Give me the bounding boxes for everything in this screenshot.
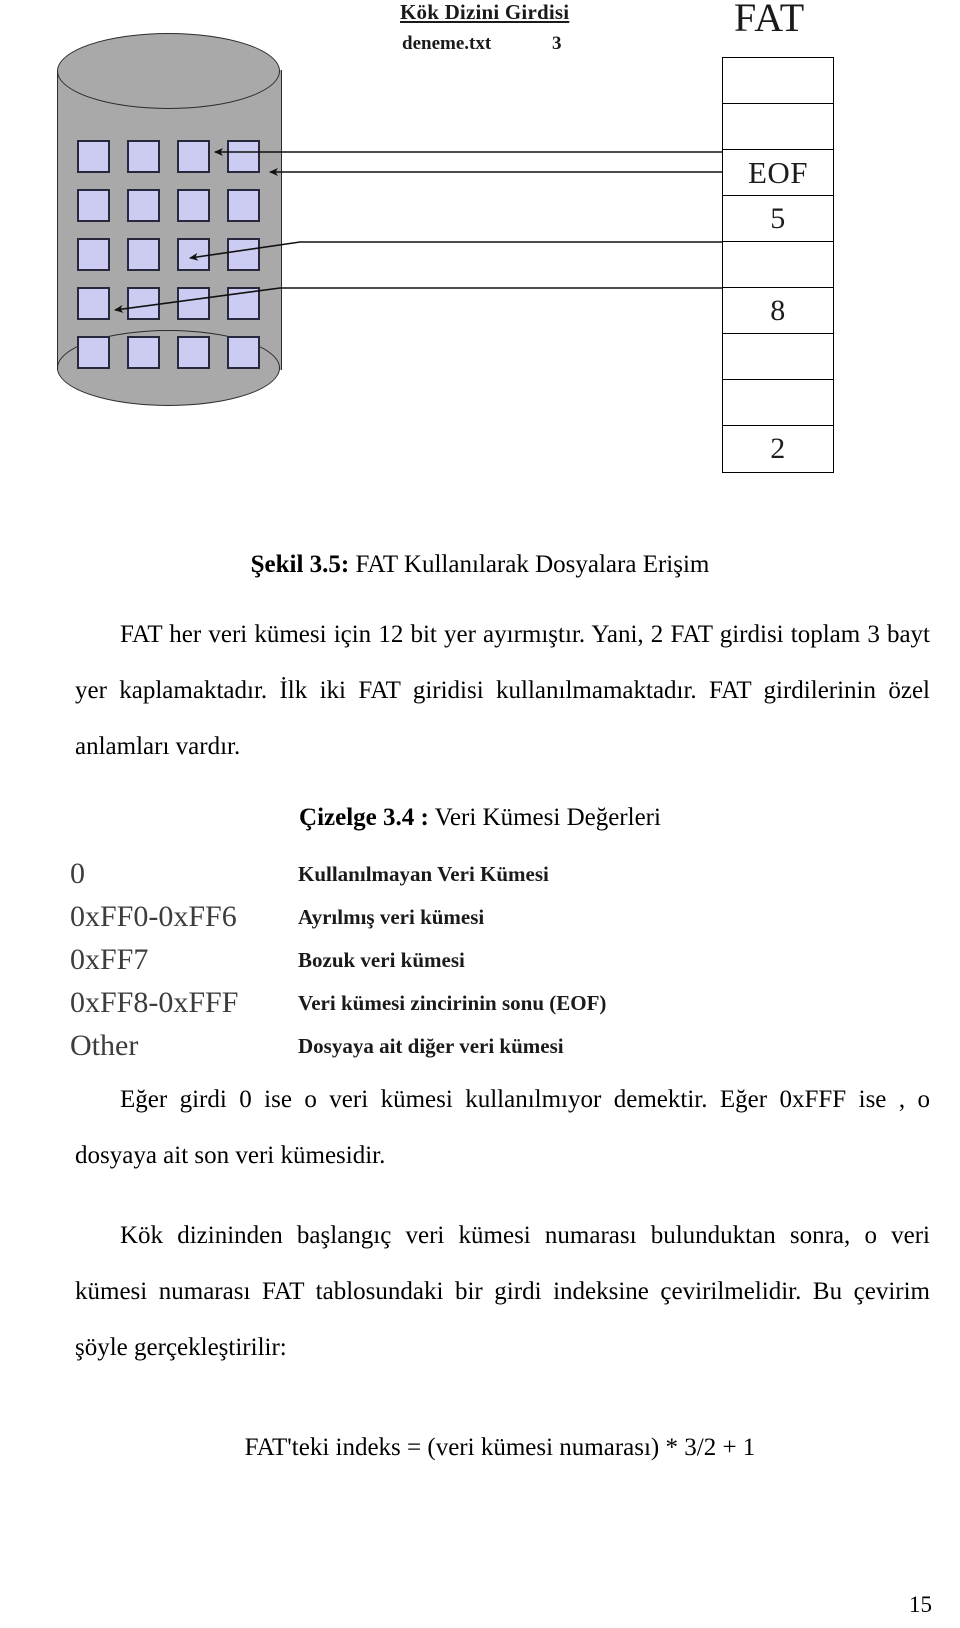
fat-table-row (723, 334, 833, 380)
disk-cluster-cell (127, 140, 160, 173)
value-table-row: 0xFF0-0xFF6 Ayrılmış veri kümesi (0, 900, 960, 943)
index-formula: FAT'teki indeks = (veri kümesi numarası)… (244, 1434, 756, 1461)
disk-cluster-cell (177, 238, 210, 271)
paragraph-entry-meaning: Eğer girdi 0 ise o veri kümesi kullanılm… (75, 1086, 930, 1169)
disk-cluster-cell (177, 287, 210, 320)
paragraph-index-conversion: Kök dizininden başlangıç veri kümesi num… (75, 1222, 930, 1361)
fat-table-row: 8 (723, 288, 833, 334)
cylinder-top-ellipse (57, 33, 280, 109)
disk-cluster-cell (127, 238, 160, 271)
figure-caption: Şekil 3.5: FAT Kullanılarak Dosyalara Er… (0, 547, 960, 583)
fat-table-row (723, 58, 833, 104)
disk-cluster-cell (177, 336, 210, 369)
value-table-description: Bozuk veri kümesi (298, 948, 465, 972)
value-table-row: 0xFF7 Bozuk veri kümesi (0, 943, 960, 986)
fat-table-row (723, 242, 833, 288)
document-body: Şekil 3.5: FAT Kullanılarak Dosyalara Er… (0, 520, 960, 1462)
disk-cluster-cell (77, 238, 110, 271)
value-table-code: 0xFF0-0xFF6 (70, 900, 237, 933)
root-directory-filename: deneme.txt (402, 33, 492, 54)
disk-cluster-cell (77, 140, 110, 173)
disk-cluster-cell (227, 140, 260, 173)
value-table-code: 0xFF8-0xFFF (70, 986, 239, 1019)
value-table-description: Kullanılmayan Veri Kümesi (298, 862, 549, 886)
disk-cluster-cell (127, 287, 160, 320)
table-caption: Çizelge 3.4 : Veri Kümesi Değerleri (0, 801, 960, 835)
value-table-description: Veri kümesi zincirinin sonu (EOF) (298, 991, 607, 1015)
value-table-row: Other Dosyaya ait diğer veri kümesi (0, 1029, 960, 1072)
value-table-description: Ayrılmış veri kümesi (298, 905, 485, 929)
root-directory-start-cluster: 3 (552, 33, 562, 54)
value-table-row: 0xFF8-0xFFF Veri kümesi zincirinin sonu (… (0, 986, 960, 1029)
page-number: 15 (909, 1592, 932, 1617)
disk-cluster-cell (77, 336, 110, 369)
figure-caption-text: FAT Kullanılarak Dosyalara Erişim (349, 551, 710, 578)
disk-cluster-cell (77, 287, 110, 320)
disk-cluster-cell (127, 336, 160, 369)
table-caption-text: Veri Kümesi Değerleri (428, 804, 661, 831)
disk-cluster-cell (227, 238, 260, 271)
root-directory-entry-title: Kök Dizini Girdisi (400, 0, 570, 24)
disk-cluster-cell (127, 189, 160, 222)
fat-table-title: FAT (734, 0, 806, 40)
figure-caption-label: Şekil 3.5: (250, 551, 350, 578)
disk-cluster-grid (77, 140, 262, 369)
paragraph-fat-bits: FAT her veri kümesi için 12 bit yer ayır… (75, 621, 930, 760)
table-caption-label: Çizelge 3.4 : (299, 804, 429, 831)
figure-fat-access: Kök Dizini Girdisi deneme.txt 3 FAT EOF 5… (0, 0, 960, 510)
fat-table-row: 5 (723, 196, 833, 242)
disk-cluster-cell (227, 287, 260, 320)
disk-cluster-cell (227, 336, 260, 369)
value-table-description: Dosyaya ait diğer veri kümesi (298, 1034, 564, 1058)
value-table-code: Other (70, 1029, 139, 1062)
value-table-code: 0 (70, 857, 85, 890)
fat-table-row (723, 380, 833, 426)
disk-cluster-cell (77, 189, 110, 222)
disk-cluster-cell (227, 189, 260, 222)
value-table-code: 0xFF7 (70, 943, 149, 976)
disk-cylinder-illustration (57, 33, 282, 408)
fat-table: EOF 5 8 2 (722, 57, 834, 473)
fat-table-row: 2 (770, 432, 786, 465)
disk-cluster-cell (177, 189, 210, 222)
fat-table-row: EOF (723, 150, 833, 196)
disk-cluster-cell (177, 140, 210, 173)
fat-table-row (723, 104, 833, 150)
value-table-row: 0 Kullanılmayan Veri Kümesi (0, 857, 960, 900)
cluster-value-table: 0 Kullanılmayan Veri Kümesi 0xFF0-0xFF6 Ayr… (0, 857, 960, 1072)
